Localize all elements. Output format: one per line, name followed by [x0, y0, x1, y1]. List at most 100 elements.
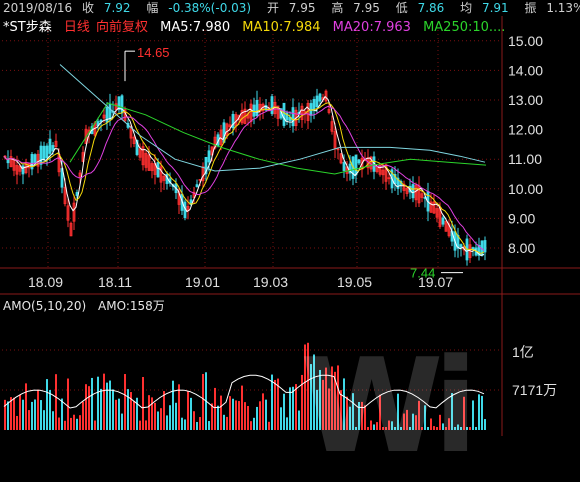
volume-bar	[247, 406, 249, 430]
volume-bar	[151, 397, 153, 430]
price-grid	[0, 16, 580, 436]
volume-bar	[40, 400, 42, 430]
volume-bar	[280, 407, 282, 430]
date-axis-label: 19.05	[337, 274, 372, 290]
volume-bar	[292, 387, 294, 430]
volume-axis-label: 7171万	[512, 382, 557, 398]
volume-bar	[289, 387, 291, 430]
volume-bar	[22, 400, 24, 430]
volume-bar	[265, 400, 267, 430]
price-axis-label: 14.00	[508, 62, 543, 78]
volume-bar	[121, 414, 123, 430]
low-marker-label: 7.44	[410, 266, 435, 281]
volume-bar	[484, 419, 486, 430]
candle-body	[253, 105, 255, 116]
volume-bar	[64, 421, 66, 430]
candle-body	[46, 146, 48, 158]
candle-body	[292, 108, 294, 126]
candle-body	[49, 139, 51, 153]
date-axis-label: 19.01	[185, 274, 220, 290]
volume-bar	[28, 410, 30, 430]
volume-bar	[88, 386, 90, 430]
moving-average-lines	[4, 65, 486, 256]
volume-bar	[157, 411, 159, 430]
volume-bar	[481, 396, 483, 430]
volume-bar	[37, 390, 39, 430]
volume-bar	[55, 374, 57, 430]
candle-body	[157, 163, 159, 177]
volume-bar	[76, 419, 78, 430]
volume-bar	[211, 403, 213, 430]
volume-bar	[232, 399, 234, 430]
volume-bar	[127, 389, 129, 430]
volume-bar	[190, 398, 192, 430]
volume-bar	[220, 396, 222, 430]
volume-bar	[262, 393, 264, 430]
volume-bar	[208, 421, 210, 430]
volume-bar	[274, 380, 276, 430]
volume-bar	[286, 417, 288, 430]
volume-bar	[130, 392, 132, 430]
volume-bar	[166, 415, 168, 430]
price-axis-label: 11.00	[508, 151, 542, 167]
volume-bar	[52, 411, 54, 430]
volume-bar	[19, 394, 21, 430]
volume-bar	[61, 399, 63, 430]
price-markers: 14.657.44	[125, 45, 463, 280]
volume-bar	[235, 400, 237, 430]
volume-bar	[196, 422, 198, 430]
volume-bar	[103, 374, 105, 430]
volume-bar	[73, 415, 75, 430]
candle-body	[22, 166, 24, 174]
candle-body	[118, 97, 120, 110]
date-axis-label: 18.11	[98, 274, 132, 290]
candle-body	[310, 103, 312, 115]
candle-body	[412, 185, 414, 198]
volume-bar	[79, 415, 81, 430]
candle-body	[316, 96, 318, 107]
price-axis-label: 12.00	[508, 122, 543, 138]
volume-bar	[268, 422, 270, 430]
volume-bar	[25, 383, 27, 430]
volume-bar	[193, 411, 195, 430]
volume-bar	[223, 415, 225, 430]
candle-body	[40, 146, 42, 164]
volume-bar	[250, 421, 252, 430]
candle-body	[484, 240, 486, 251]
volume-bar	[85, 384, 87, 430]
watermark-logo: Wi	[300, 330, 468, 482]
volume-bar	[172, 381, 174, 430]
price-axis-label: 13.00	[508, 92, 543, 108]
volume-bar	[70, 418, 72, 430]
candle-body	[319, 94, 321, 101]
amo-legend-bar: AMO(5,10,20) AMO:158万	[3, 298, 173, 314]
volume-bar	[244, 402, 246, 430]
volume-bar	[34, 399, 36, 430]
volume-bar	[229, 396, 231, 430]
kline-chart[interactable]: 15.0014.0013.0012.0011.0010.009.008.0018…	[0, 0, 580, 436]
candle-body	[256, 100, 258, 115]
volume-bar	[145, 420, 147, 430]
volume-bar	[31, 402, 33, 430]
volume-bar	[43, 410, 45, 430]
volume-bar	[139, 421, 141, 430]
volume-bar	[214, 388, 216, 430]
amo-title[interactable]: AMO(5,10,20)	[3, 299, 86, 313]
axis-labels: 15.0014.0013.0012.0011.0010.009.008.0018…	[28, 33, 557, 398]
candle-body	[460, 245, 462, 248]
candle-body	[358, 160, 360, 163]
volume-bar	[82, 402, 84, 430]
volume-bar	[217, 406, 219, 430]
volume-bar	[163, 391, 165, 430]
volume-bar	[199, 417, 201, 430]
volume-bar	[469, 427, 471, 430]
volume-bar	[115, 400, 117, 430]
volume-bar	[160, 408, 162, 430]
volume-bar	[94, 421, 96, 430]
date-axis-label: 18.09	[28, 274, 63, 290]
volume-bar	[13, 398, 15, 430]
ma10-line	[4, 103, 484, 254]
volume-bar	[271, 375, 273, 430]
volume-bar	[118, 399, 120, 430]
volume-bar	[478, 394, 480, 430]
